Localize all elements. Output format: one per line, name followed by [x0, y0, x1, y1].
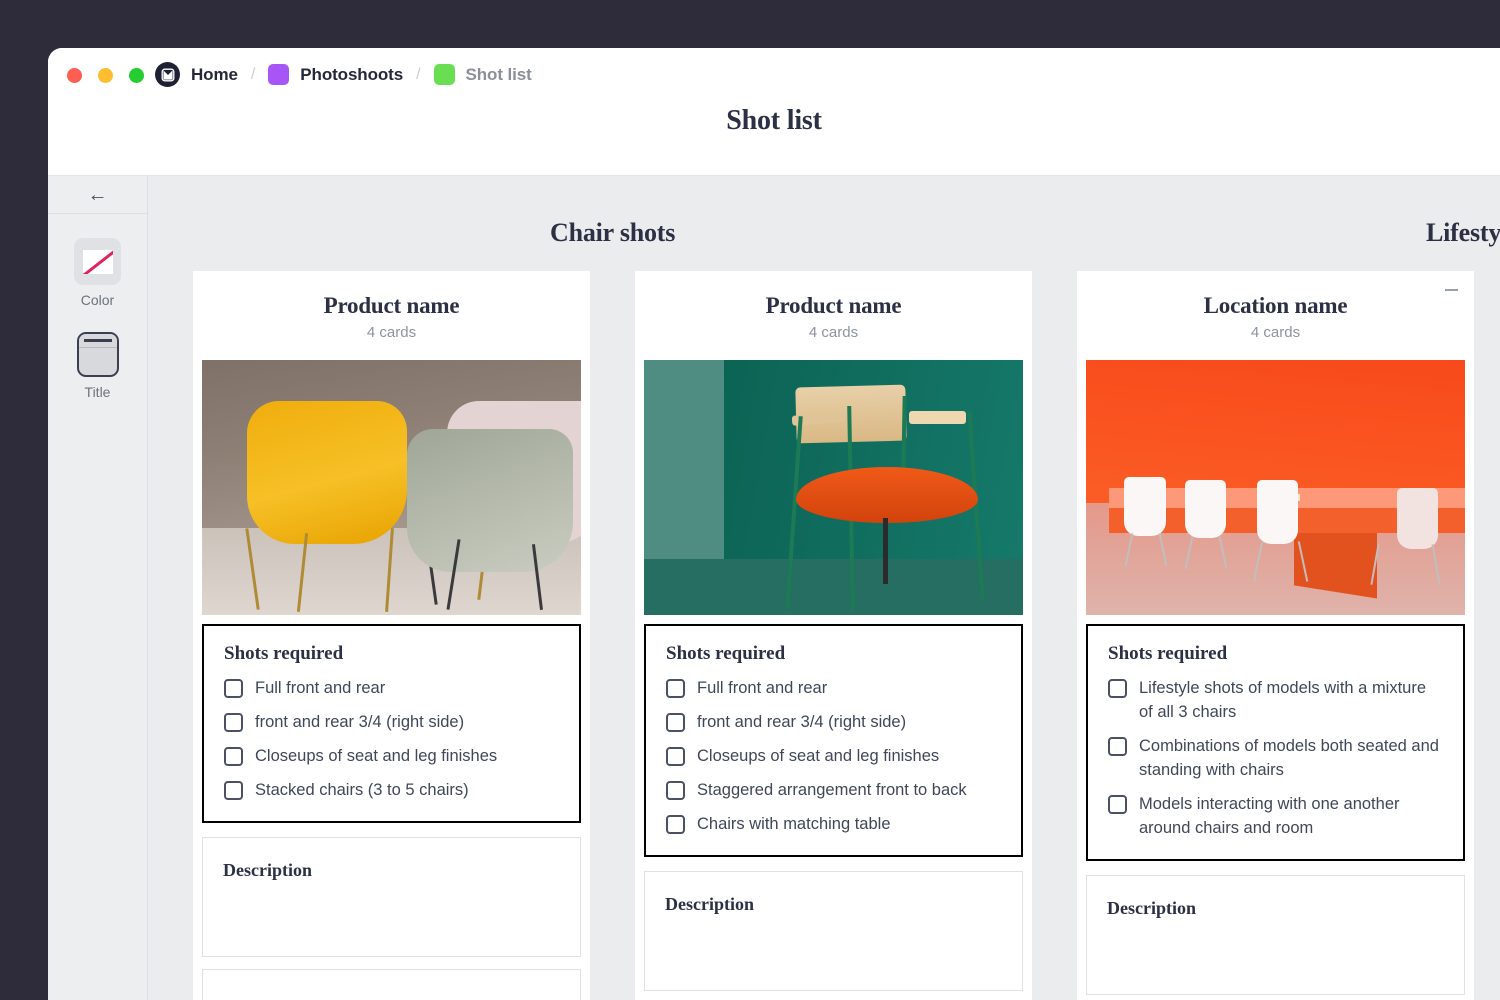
- checklist-item[interactable]: Full front and rear: [224, 677, 559, 701]
- checklist-label: Stacked chairs (3 to 5 chairs): [255, 779, 469, 803]
- card[interactable]: Product name 4 cards: [193, 271, 590, 1000]
- checkbox[interactable]: [666, 747, 685, 766]
- description-heading: Description: [1107, 898, 1444, 919]
- window-controls[interactable]: [67, 68, 144, 83]
- checkbox[interactable]: [1108, 737, 1127, 756]
- card-columns: Product name 4 cards: [148, 271, 1500, 1000]
- card-count: 4 cards: [193, 324, 590, 341]
- breadcrumb-item-home[interactable]: Home: [191, 65, 238, 85]
- checklist-label: Staggered arrangement front to back: [697, 779, 967, 803]
- page-title: Shot list: [726, 105, 821, 137]
- app-logo-icon[interactable]: [155, 62, 180, 87]
- breadcrumb: Home / Photoshoots / Shot list: [155, 62, 532, 87]
- checkbox[interactable]: [224, 747, 243, 766]
- checklist-item[interactable]: Closeups of seat and leg finishes: [224, 745, 559, 769]
- shots-required-heading: Shots required: [666, 643, 1001, 665]
- checklist-label: Chairs with matching table: [697, 813, 891, 837]
- card[interactable]: Location name 4 cards: [1077, 271, 1474, 1000]
- checklist-label: Full front and rear: [255, 677, 385, 701]
- minimize-button[interactable]: [98, 68, 113, 83]
- card-photo: [644, 360, 1023, 615]
- description-heading: Description: [223, 860, 560, 881]
- breadcrumb-item-photoshoots[interactable]: Photoshoots: [300, 65, 403, 85]
- checklist-label: Combinations of models both seated and s…: [1139, 735, 1443, 783]
- card[interactable]: Product name 4 cards: [635, 271, 1032, 1000]
- card-photo: [1086, 360, 1465, 615]
- column-header-lifestyle: Lifestyle: [1426, 218, 1500, 248]
- checklist-item[interactable]: Full front and rear: [666, 677, 1001, 701]
- checklist-item[interactable]: Staggered arrangement front to back: [666, 779, 1001, 803]
- breadcrumb-separator: /: [416, 66, 420, 84]
- card-title: Product name: [193, 293, 590, 319]
- sidebar-tool-color[interactable]: Color: [48, 238, 147, 308]
- back-arrow-icon: ←: [88, 185, 108, 205]
- description-heading: Description: [665, 894, 1002, 915]
- sidebar-back-button[interactable]: ←: [48, 176, 147, 214]
- card-extra-field[interactable]: [202, 969, 581, 1000]
- checkbox[interactable]: [224, 781, 243, 800]
- shots-required-box: Shots required Full front and rear front…: [644, 624, 1023, 857]
- checklist-item[interactable]: Models interacting with one another arou…: [1108, 793, 1443, 841]
- checklist-item[interactable]: Stacked chairs (3 to 5 chairs): [224, 779, 559, 803]
- checklist-label: front and rear 3/4 (right side): [255, 711, 464, 735]
- checkbox[interactable]: [666, 679, 685, 698]
- card-header: Product name 4 cards: [635, 271, 1032, 351]
- checkbox[interactable]: [224, 713, 243, 732]
- card-photo: [202, 360, 581, 615]
- checklist-label: Closeups of seat and leg finishes: [255, 745, 497, 769]
- checklist-label: front and rear 3/4 (right side): [697, 711, 906, 735]
- checkbox[interactable]: [1108, 795, 1127, 814]
- page-header: Shot list: [48, 105, 1500, 175]
- column-header-chair-shots: Chair shots: [550, 218, 675, 248]
- checkbox[interactable]: [666, 713, 685, 732]
- work-area: ← Color Title Chair s: [48, 175, 1500, 1000]
- sidebar-tool-title[interactable]: Title: [48, 332, 147, 400]
- collapse-icon[interactable]: [1445, 289, 1458, 291]
- card-header: Location name 4 cards: [1077, 271, 1474, 351]
- card-count: 4 cards: [635, 324, 1032, 341]
- checkbox[interactable]: [666, 781, 685, 800]
- checkbox[interactable]: [1108, 679, 1127, 698]
- description-box[interactable]: Description: [202, 837, 581, 957]
- checklist-item[interactable]: front and rear 3/4 (right side): [666, 711, 1001, 735]
- shots-required-heading: Shots required: [1108, 643, 1443, 665]
- card-title: Product name: [635, 293, 1032, 319]
- checkbox[interactable]: [224, 679, 243, 698]
- checklist-item[interactable]: Closeups of seat and leg finishes: [666, 745, 1001, 769]
- column-headers: Chair shots Lifestyle: [148, 176, 1500, 271]
- breadcrumb-swatch-photoshoots: [268, 64, 289, 85]
- checklist-item[interactable]: Lifestyle shots of models with a mixture…: [1108, 677, 1443, 725]
- close-button[interactable]: [67, 68, 82, 83]
- checklist-item[interactable]: Chairs with matching table: [666, 813, 1001, 837]
- checkbox[interactable]: [666, 815, 685, 834]
- card-header: Product name 4 cards: [193, 271, 590, 351]
- title-bar: Home / Photoshoots / Shot list: [48, 48, 1500, 105]
- card-count: 4 cards: [1077, 324, 1474, 341]
- checklist-label: Models interacting with one another arou…: [1139, 793, 1443, 841]
- checklist-label: Lifestyle shots of models with a mixture…: [1139, 677, 1443, 725]
- sidebar-tool-label: Title: [85, 384, 111, 400]
- sidebar-tool-label: Color: [81, 292, 114, 308]
- card-title-icon[interactable]: [77, 332, 119, 377]
- board-canvas[interactable]: Chair shots Lifestyle Product name 4 car…: [148, 176, 1500, 1000]
- checklist-item[interactable]: Combinations of models both seated and s…: [1108, 735, 1443, 783]
- app-window: Home / Photoshoots / Shot list Shot list…: [48, 48, 1500, 1000]
- card-title: Location name: [1077, 293, 1474, 319]
- no-color-swatch-icon[interactable]: [74, 238, 121, 285]
- checklist-label: Closeups of seat and leg finishes: [697, 745, 939, 769]
- breadcrumb-separator: /: [251, 66, 255, 84]
- description-box[interactable]: Description: [1086, 875, 1465, 995]
- tool-sidebar: ← Color Title: [48, 176, 148, 1000]
- breadcrumb-item-shot-list[interactable]: Shot list: [466, 65, 532, 85]
- shots-required-box: Shots required Full front and rear front…: [202, 624, 581, 823]
- shots-required-heading: Shots required: [224, 643, 559, 665]
- checklist-label: Full front and rear: [697, 677, 827, 701]
- desktop-backdrop: Home / Photoshoots / Shot list Shot list…: [0, 0, 1500, 1000]
- zoom-button[interactable]: [129, 68, 144, 83]
- description-box[interactable]: Description: [644, 871, 1023, 991]
- breadcrumb-swatch-shot-list: [434, 64, 455, 85]
- checklist-item[interactable]: front and rear 3/4 (right side): [224, 711, 559, 735]
- shots-required-box: Shots required Lifestyle shots of models…: [1086, 624, 1465, 861]
